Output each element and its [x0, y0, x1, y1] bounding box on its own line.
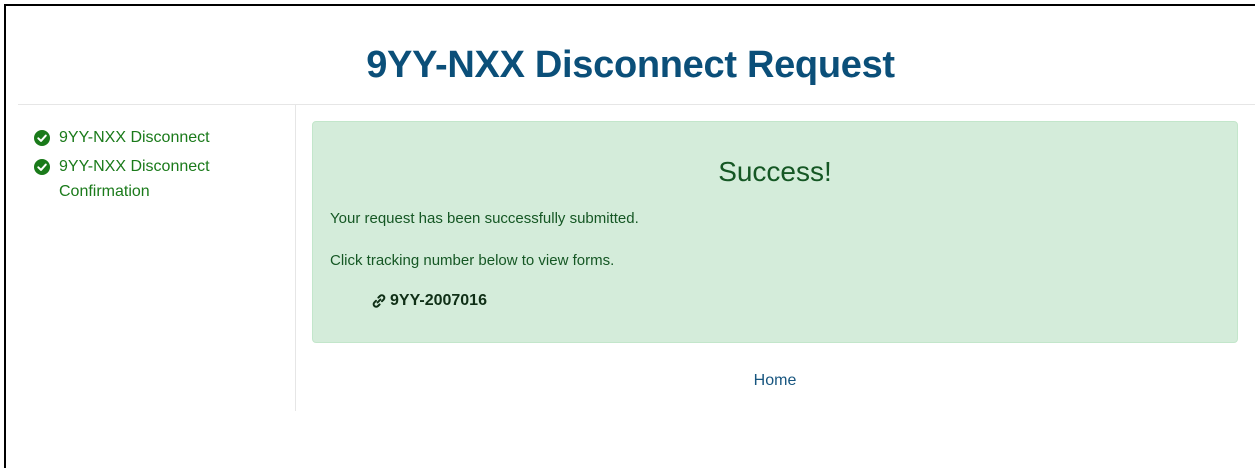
home-link[interactable]: Home	[312, 372, 1238, 390]
page-title: 9YY-NXX Disconnect Request	[366, 44, 895, 86]
tracking-number: 9YY-2007016	[390, 292, 487, 309]
sidebar-step-confirmation: 9YY-NXX Disconnect Confirmation	[34, 154, 244, 204]
tracking-instruction: Click tracking number below to view form…	[330, 252, 615, 269]
check-circle-icon	[34, 130, 50, 146]
sidebar-step-label: 9YY-NXX Disconnect Confirmation	[59, 158, 210, 200]
success-alert: Success! Your request has been successfu…	[312, 121, 1238, 343]
progress-sidebar: 9YY-NXX Disconnect 9YY-NXX Disconnect Co…	[18, 105, 296, 411]
link-icon	[372, 294, 386, 308]
sidebar-step-disconnect: 9YY-NXX Disconnect	[34, 125, 210, 150]
tracking-number-link[interactable]: 9YY-2007016	[371, 292, 487, 310]
app-frame: 9YY-NXX Disconnect Request 9YY-NXX Disco…	[4, 4, 1255, 468]
success-message: Your request has been successfully submi…	[330, 210, 639, 227]
sidebar-step-label: 9YY-NXX Disconnect	[59, 129, 210, 146]
alert-heading: Success!	[718, 156, 832, 187]
check-circle-icon	[34, 159, 50, 175]
